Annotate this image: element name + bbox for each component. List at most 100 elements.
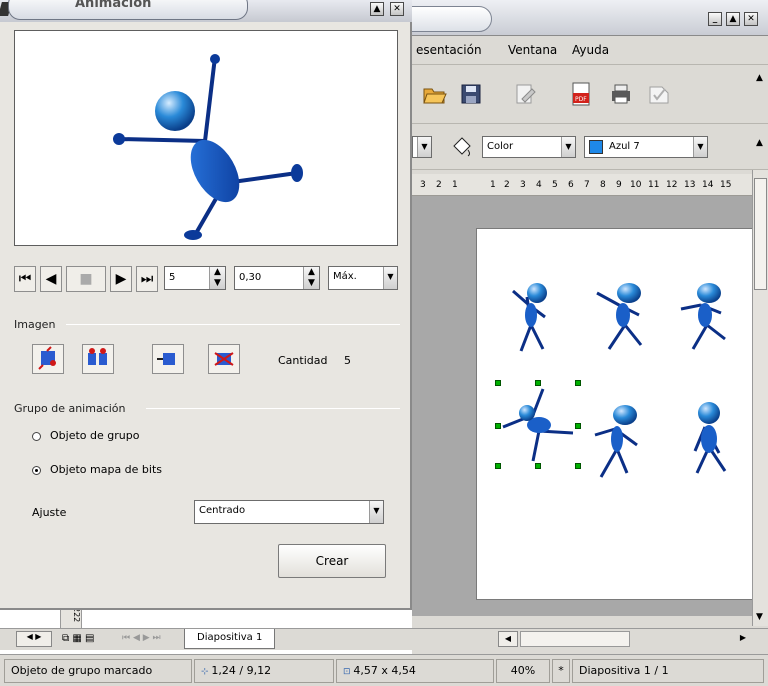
ruler-tick: 5: [552, 180, 558, 190]
line-style-combo[interactable]: ▼: [412, 136, 432, 158]
print-icon[interactable]: [608, 81, 634, 107]
selection-handle[interactable]: [535, 380, 541, 386]
chevron-down-icon[interactable]: ▼: [383, 267, 397, 289]
status-modified: *: [552, 659, 570, 683]
spin-arrows-icon[interactable]: ▲ ▼: [303, 267, 319, 289]
apply-objects-individually-button[interactable]: [82, 344, 114, 374]
save-icon[interactable]: [458, 81, 484, 107]
view-mode-icons[interactable]: ⧉ ▦ ▤: [62, 633, 94, 644]
previous-frame-icon[interactable]: ◀: [40, 266, 62, 292]
stick-figure[interactable]: [596, 283, 643, 350]
tab-scroll-arrows[interactable]: ◀ ▶: [16, 631, 52, 647]
radio-objeto-mapa-bits[interactable]: [32, 466, 41, 475]
color-swatch: [589, 140, 603, 154]
open-folder-icon[interactable]: [422, 81, 448, 107]
status-selection: Objeto de grupo marcado: [4, 659, 192, 683]
paint-bucket-icon[interactable]: [448, 136, 476, 160]
divider: [66, 324, 400, 325]
last-frame-icon[interactable]: ⏭: [136, 266, 158, 292]
status-zoom[interactable]: 40%: [496, 659, 550, 683]
stop-icon[interactable]: ■: [66, 266, 106, 292]
shade-icon[interactable]: ▲: [370, 2, 384, 16]
tab-nav-icons[interactable]: ⏮ ◀ ▶ ⏭: [122, 633, 161, 643]
toolbar-overflow-icon[interactable]: ▲: [756, 73, 763, 83]
chevron-down-icon[interactable]: ▼: [561, 137, 575, 157]
export-pdf-icon[interactable]: PDF: [568, 81, 594, 107]
delete-all-icon: [214, 352, 234, 366]
stick-figure[interactable]: [693, 402, 727, 474]
radio-objeto-grupo[interactable]: [32, 432, 41, 441]
maximize-icon[interactable]: ▲: [726, 12, 740, 26]
status-size: ⊡ 4,57 x 4,54: [336, 659, 494, 683]
radio-objeto-grupo-label[interactable]: Objeto de grupo: [50, 429, 139, 442]
size-icon: ⊡: [343, 667, 354, 677]
selection-handle[interactable]: [575, 463, 581, 469]
stick-figure[interactable]: [680, 283, 726, 350]
ruler-tick: 2: [504, 180, 510, 190]
spellcheck-icon[interactable]: [646, 81, 672, 107]
main-titlebar: _ ▲ ✕: [392, 0, 768, 36]
chevron-down-icon[interactable]: ▼: [369, 501, 383, 523]
fill-mode-value: Color: [487, 141, 514, 152]
radio-objeto-mapa-bits-label[interactable]: Objeto mapa de bits: [50, 463, 162, 476]
fill-color-combo[interactable]: Azul 7 ▼: [584, 136, 708, 158]
ruler-tick: 3: [420, 180, 426, 190]
ajuste-value: Centrado: [199, 505, 246, 516]
loop-count-combo[interactable]: Máx. ▼: [328, 266, 398, 290]
close-icon[interactable]: ✕: [744, 12, 758, 26]
ruler-tick: 15: [720, 180, 732, 190]
stick-figure-selected[interactable]: [502, 388, 574, 462]
first-frame-icon[interactable]: ⏮: [14, 266, 36, 292]
chevron-down-icon[interactable]: ▼: [693, 137, 707, 157]
tab-diapositiva-1[interactable]: Diapositiva 1: [184, 629, 276, 649]
ruler-tick: 1: [490, 180, 496, 190]
chevron-down-icon[interactable]: ▼: [417, 137, 431, 157]
delete-current-image-button[interactable]: [152, 344, 184, 374]
menubar: esentación Ventana Ayuda: [412, 38, 768, 62]
selection-handle[interactable]: [495, 380, 501, 386]
apply-object-icon: [38, 346, 56, 370]
menu-ayuda[interactable]: Ayuda: [572, 43, 609, 57]
selection-handle[interactable]: [495, 463, 501, 469]
hscroll-thumb[interactable]: [520, 631, 630, 647]
edit-file-icon[interactable]: [512, 81, 538, 107]
ruler-tick: 8: [600, 180, 606, 190]
ajuste-combo[interactable]: Centrado ▼: [194, 500, 384, 524]
fill-mode-combo[interactable]: Color ▼: [482, 136, 576, 158]
ruler-tick: 6: [568, 180, 574, 190]
horizontal-ruler: 3 2 1 1 2 3 4 5 6 7 8 9 10 11 12 13 14 1…: [412, 174, 752, 196]
stick-figure[interactable]: [512, 283, 547, 352]
duration-value: 0,30: [239, 272, 262, 283]
spin-arrows-icon[interactable]: ▲ ▼: [209, 267, 225, 289]
selection-handle[interactable]: [495, 423, 501, 429]
hscroll-right-icon[interactable]: ▶: [736, 631, 750, 647]
ruler-tick: 3: [520, 180, 526, 190]
vertical-scrollbar[interactable]: ▼: [752, 170, 768, 626]
frame-number-spin[interactable]: 5 ▲ ▼: [164, 266, 226, 290]
scroll-down-icon[interactable]: ▼: [756, 612, 763, 622]
menu-presentacion[interactable]: esentación: [416, 43, 482, 57]
duration-spin[interactable]: 0,30 ▲ ▼: [234, 266, 320, 290]
delete-all-images-button[interactable]: [208, 344, 240, 374]
slide-canvas[interactable]: [412, 196, 756, 616]
minimize-icon[interactable]: _: [708, 12, 722, 26]
menu-ventana[interactable]: Ventana: [508, 43, 557, 57]
selection-handle[interactable]: [575, 380, 581, 386]
crear-button[interactable]: Crear: [278, 544, 386, 578]
line-fill-toolbar: ▼ Color ▼ Azul 7 ▼ ▲: [412, 126, 768, 170]
scroll-thumb[interactable]: [754, 178, 767, 290]
play-icon[interactable]: ▶: [110, 266, 132, 292]
status-position: ⊹ 1,24 / 9,12: [194, 659, 334, 683]
selection-handle[interactable]: [535, 463, 541, 469]
apply-object-button[interactable]: [32, 344, 64, 374]
apply-objects-icon: [88, 348, 107, 365]
toolbar2-overflow-icon[interactable]: ▲: [756, 138, 763, 148]
selection-handle[interactable]: [575, 423, 581, 429]
close-icon[interactable]: ✕: [390, 2, 404, 16]
stick-figure[interactable]: [594, 405, 638, 478]
slide-page[interactable]: [476, 228, 756, 600]
dialog-titlebar: Animación ▲ ✕: [0, 0, 412, 22]
grupo-animacion-label: Grupo de animación: [14, 402, 126, 415]
hscroll-left-icon[interactable]: ◀: [498, 631, 518, 647]
animation-preview: [14, 30, 398, 246]
